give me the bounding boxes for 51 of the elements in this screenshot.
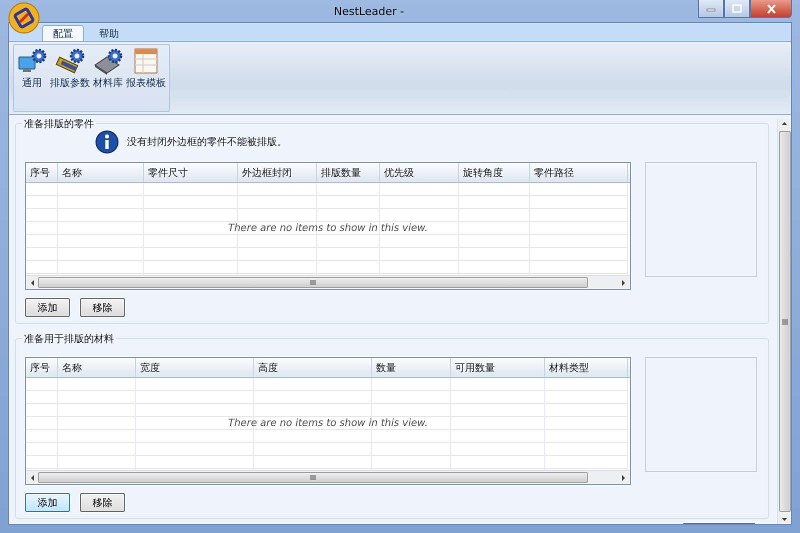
ribbon-tab[interactable]: 帮助 [88,25,130,41]
column-header[interactable]: 序号 [26,163,58,182]
close-button[interactable] [750,0,792,18]
ribbon-button[interactable]: 材料库 [92,47,124,90]
close-icon [766,4,776,14]
column-header[interactable]: 可用数量 [451,358,545,377]
grip-icon [782,318,788,324]
grip-icon [310,475,316,480]
empty-message: There are no items to show in this view. [228,418,428,429]
empty-message: There are no items to show in this view. [228,223,428,234]
list-view[interactable]: 序号 名称 零件尺寸 外边框封闭 排版数量 优先级 旋转角度 零件路径 There are no items to show in this view. [25,162,631,290]
column-header[interactable]: 旋转角度 [459,163,530,182]
ribbon-button[interactable]: 报表模板 [125,47,167,90]
window-title: NestLeader - [332,4,406,18]
column-header[interactable]: 排版数量 [317,163,380,182]
ribbon-button[interactable]: 排版参数 [49,47,91,90]
list-view[interactable]: 序号 名称 宽度 高度 数量 可用数量 材料类型 There are no items to show in this view. [25,357,631,485]
notice-text: 没有封闭外边框的零件不能被排版。 [127,136,287,149]
action-button[interactable]: 添加 [25,493,70,512]
column-header[interactable]: 外边框封闭 [238,163,317,182]
scroll-right-icon[interactable] [620,472,627,482]
column-header[interactable]: 零件尺寸 [144,163,238,182]
column-header[interactable]: 数量 [372,358,451,377]
column-header[interactable]: 序号 [26,358,58,377]
scroll-right-icon[interactable] [620,278,627,288]
grip-icon [310,280,316,285]
column-header[interactable]: 宽度 [136,358,254,377]
column-header[interactable]: 名称 [58,163,144,182]
scroll-left-icon[interactable] [29,472,36,482]
action-button[interactable]: 添加 [25,298,70,317]
ribbon-tab[interactable]: 配置 [42,25,84,41]
monitor-gear-icon [17,47,47,75]
maximize-button[interactable] [724,0,750,18]
column-header[interactable]: 零件路径 [530,163,628,182]
action-button[interactable]: 移除 [80,298,125,317]
parts-gear-icon [55,47,85,75]
vertical-scrollbar[interactable] [777,119,791,524]
column-header[interactable]: 材料类型 [545,358,628,377]
minimize-button[interactable] [698,0,724,18]
info-icon [95,130,119,154]
plate-gear-icon [93,47,123,75]
ribbon-button[interactable]: 通用 [16,47,48,90]
group-title: 准备排版的零件 [22,119,96,131]
column-header[interactable]: 高度 [254,358,372,377]
group-title: 准备用于排版的材料 [22,332,116,346]
column-header[interactable]: 名称 [58,358,136,377]
column-header[interactable]: 优先级 [380,163,459,182]
maximize-icon [732,4,742,13]
scroll-left-icon[interactable] [29,278,36,288]
action-button[interactable]: 移除 [80,493,125,512]
minimize-icon [706,6,716,12]
